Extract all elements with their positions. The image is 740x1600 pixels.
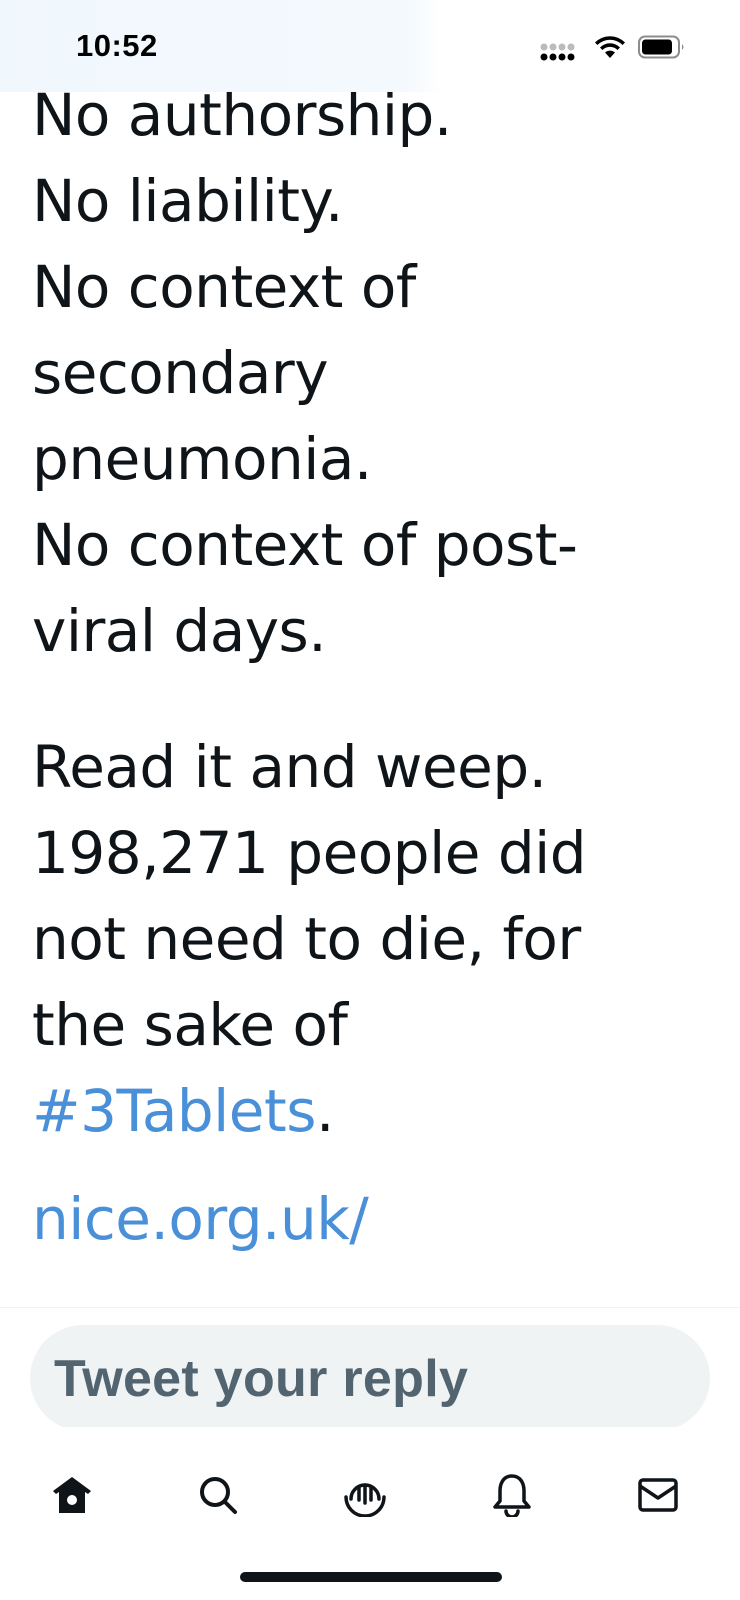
reply-placeholder: Tweet your reply — [54, 1350, 469, 1408]
tweet-hashtag-line: #3Tablets. — [32, 1068, 672, 1154]
notifications-icon — [492, 1473, 532, 1522]
tab-messages[interactable] — [628, 1467, 688, 1527]
tab-spaces[interactable] — [335, 1467, 395, 1527]
tweet-line: 198,271 people did — [32, 819, 587, 887]
cellular-signal-icon — [540, 42, 578, 67]
wifi-icon — [593, 34, 627, 65]
battery-icon — [638, 35, 686, 64]
tweet-line: Read it and weep. — [32, 733, 547, 801]
status-time: 10:52 — [76, 28, 158, 63]
tweet-line: No context of — [32, 253, 416, 321]
reply-composer: Tweet your reply — [0, 1307, 740, 1431]
tweet-line: viral days. — [32, 597, 327, 665]
tweet-line: not need to die, for — [32, 905, 581, 973]
hashtag-suffix: . — [315, 1077, 334, 1145]
reply-input[interactable]: Tweet your reply — [30, 1325, 710, 1431]
tweet-link-block: nice.org.uk/ — [32, 1176, 672, 1262]
hashtag-link[interactable]: #3Tablets — [32, 1077, 316, 1145]
bottom-tab-bar — [0, 1427, 740, 1600]
tab-home[interactable] — [42, 1467, 102, 1527]
tweet-line: No context of post- — [32, 511, 578, 579]
tweet-line: the sake of — [32, 991, 348, 1059]
tweet-line: secondary — [32, 339, 329, 407]
search-icon — [197, 1474, 239, 1521]
tweet-line: pneumonia. — [32, 425, 372, 493]
tweet-detail-content: No authorship. No liability. No context … — [0, 0, 740, 1307]
messages-icon — [637, 1477, 679, 1518]
spaces-icon — [343, 1473, 387, 1522]
home-icon — [51, 1475, 93, 1520]
tweet-text: Read it and weep. 198,271 people did not… — [32, 724, 672, 1154]
status-bar: 10:52 — [0, 0, 740, 92]
tab-notifications[interactable] — [482, 1467, 542, 1527]
tweet-text: No authorship. No liability. No context … — [32, 72, 672, 674]
tweet-line: No liability. — [32, 167, 343, 235]
tweet-url-link[interactable]: nice.org.uk/ — [32, 1176, 672, 1262]
home-indicator[interactable] — [240, 1572, 502, 1582]
tab-search[interactable] — [188, 1467, 248, 1527]
